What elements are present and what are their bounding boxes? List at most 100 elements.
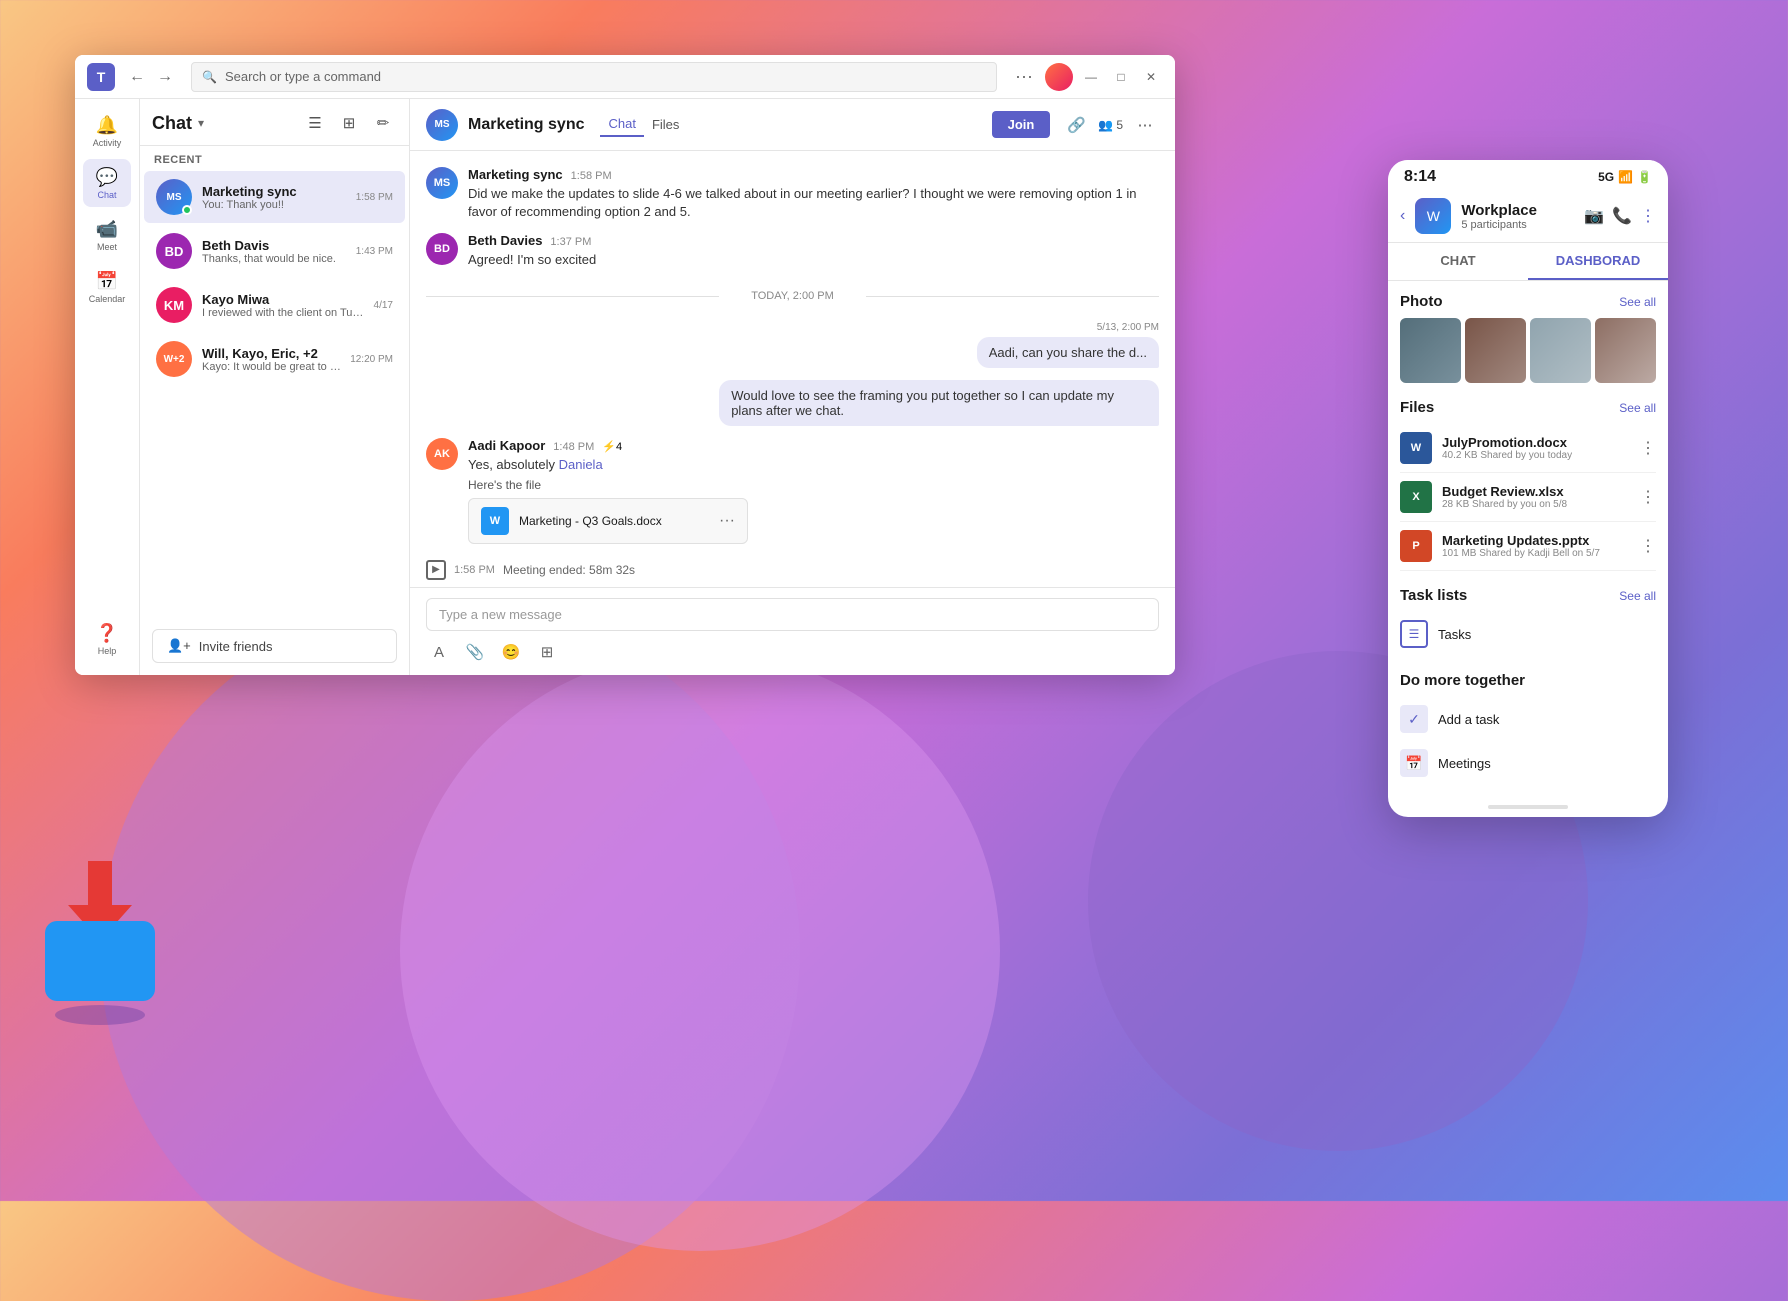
chat-info-bd: Beth Davis Thanks, that would be nice. — [202, 238, 350, 265]
phone-back-button[interactable]: ‹ — [1400, 207, 1405, 225]
gif-button[interactable]: ⊞ — [534, 639, 560, 665]
file-item-2: X Budget Review.xlsx 28 KB Shared by you… — [1400, 473, 1656, 522]
compose-button[interactable]: ✏ — [369, 109, 397, 137]
phone-header-actions: 📷 📞 ⋮ — [1584, 206, 1656, 226]
phone-more-icon[interactable]: ⋮ — [1640, 206, 1656, 226]
chat-item-group[interactable]: W+2 Will, Kayo, Eric, +2 Kayo: It would … — [144, 333, 405, 385]
chat-time-ms: 1:58 PM — [356, 192, 393, 203]
phone-call-icon[interactable]: 📞 — [1612, 206, 1632, 226]
add-task-icon: ✓ — [1400, 705, 1428, 733]
tasks-see-all-button[interactable]: See all — [1619, 589, 1656, 603]
sidebar-item-help[interactable]: ❓ Help — [83, 615, 131, 663]
msg-content-2: Beth Davies 1:37 PM Agreed! I'm so excit… — [468, 233, 1159, 269]
online-indicator — [182, 205, 192, 215]
chat-list-panel: Chat ▾ ☰ ⊞ ✏ Recent MS Marketing sync Yo… — [140, 99, 410, 675]
messages-area: MS Marketing sync 1:58 PM Did we make th… — [410, 151, 1175, 587]
file-icon-ppt-3: P — [1400, 530, 1432, 562]
msg-text-1: Did we make the updates to slide 4-6 we … — [468, 185, 1159, 221]
chat-item-marketing-sync[interactable]: MS Marketing sync You: Thank you!! 1:58 … — [144, 171, 405, 223]
format-button[interactable]: A — [426, 639, 452, 665]
files-see-all-button[interactable]: See all — [1619, 401, 1656, 415]
chat-title: Chat — [152, 113, 192, 134]
files-section-header: Files See all — [1400, 399, 1656, 416]
file-info-2: Budget Review.xlsx 28 KB Shared by you o… — [1442, 484, 1630, 510]
invite-label: Invite friends — [199, 639, 273, 654]
invite-friends-button[interactable]: 👤+ Invite friends — [152, 629, 397, 663]
minimize-button[interactable]: — — [1079, 65, 1103, 89]
file-options-2[interactable]: ⋮ — [1640, 487, 1656, 507]
file-options-button[interactable]: ··· — [719, 512, 735, 530]
file-name-1: JulyPromotion.docx — [1442, 435, 1630, 450]
chat-item-kayo[interactable]: KM Kayo Miwa I reviewed with the client … — [144, 279, 405, 331]
sidebar: 🔔 Activity 💬 Chat 📹 Meet 📅 Calendar ❓ He… — [75, 99, 140, 675]
title-actions: ··· — □ ✕ — [1009, 63, 1163, 91]
chat-preview-ms: You: Thank you!! — [202, 199, 350, 211]
forward-button[interactable]: → — [151, 63, 179, 91]
phone-group-name: Workplace — [1461, 202, 1574, 219]
dashboard-content: Photo See all Files See all W JulyPromot… — [1388, 281, 1668, 797]
emoji-button[interactable]: 😊 — [498, 639, 524, 665]
chat-avatar-group: W+2 — [156, 341, 192, 377]
message-toolbar: A 📎 😊 ⊞ — [426, 639, 1159, 665]
msg-name-2: Beth Davies — [468, 233, 542, 248]
filter-button[interactable]: ☰ — [301, 109, 329, 137]
task-name-1: Tasks — [1438, 627, 1471, 642]
sidebar-item-calendar[interactable]: 📅 Calendar — [83, 263, 131, 311]
search-icon: 🔍 — [202, 70, 217, 84]
sidebar-item-chat[interactable]: 💬 Chat — [83, 159, 131, 207]
attach-button[interactable]: 📎 — [462, 639, 488, 665]
user-avatar[interactable] — [1045, 63, 1073, 91]
file-options-1[interactable]: ⋮ — [1640, 438, 1656, 458]
tasks-title: Task lists — [1400, 587, 1467, 604]
msg-time-aadi: 1:48 PM — [553, 441, 594, 453]
photo-thumb-2 — [1465, 318, 1526, 383]
tab-files[interactable]: Files — [644, 113, 687, 136]
mobile-panel: 8:14 5G 📶 🔋 ‹ W Workplace 5 participants… — [1388, 160, 1668, 817]
chat-preview-bd: Thanks, that would be nice. — [202, 253, 350, 265]
sidebar-help-label: Help — [98, 646, 117, 656]
message-row-2: BD Beth Davies 1:37 PM Agreed! I'm so ex… — [426, 233, 1159, 269]
file-options-3[interactable]: ⋮ — [1640, 536, 1656, 556]
phone-header: ‹ W Workplace 5 participants 📷 📞 ⋮ — [1388, 190, 1668, 243]
link-button[interactable]: 🔗 — [1062, 111, 1090, 139]
chat-title-row: Chat ▾ — [152, 113, 204, 134]
phone-time: 8:14 — [1404, 168, 1436, 186]
calendar-icon: 📅 — [96, 271, 118, 292]
back-button[interactable]: ← — [123, 63, 151, 91]
more-item-meetings[interactable]: 📅 Meetings — [1400, 741, 1656, 785]
mention-daniela: Daniela — [559, 457, 603, 472]
chat-list-header: Chat ▾ ☰ ⊞ ✏ — [140, 99, 409, 146]
sidebar-calendar-label: Calendar — [89, 294, 126, 304]
file-icon-word-1: W — [1400, 432, 1432, 464]
tab-chat[interactable]: Chat — [600, 112, 643, 137]
battery-icon: 🔋 — [1637, 170, 1652, 184]
more-button[interactable]: ··· — [1009, 64, 1039, 89]
new-group-button[interactable]: ⊞ — [335, 109, 363, 137]
main-content: 🔔 Activity 💬 Chat 📹 Meet 📅 Calendar ❓ He… — [75, 99, 1175, 675]
message-row-1: MS Marketing sync 1:58 PM Did we make th… — [426, 167, 1159, 221]
sidebar-item-meet[interactable]: 📹 Meet — [83, 211, 131, 259]
more-options-button[interactable]: ⋯ — [1131, 111, 1159, 139]
close-button[interactable]: ✕ — [1139, 65, 1163, 89]
tab-phone-chat[interactable]: CHAT — [1388, 243, 1528, 280]
maximize-button[interactable]: □ — [1109, 65, 1133, 89]
search-bar[interactable]: 🔍 Search or type a command — [191, 62, 997, 92]
sidebar-item-activity[interactable]: 🔔 Activity — [83, 107, 131, 155]
more-item-add-task[interactable]: ✓ Add a task — [1400, 697, 1656, 741]
phone-video-icon[interactable]: 📷 — [1584, 206, 1604, 226]
join-button[interactable]: Join — [992, 111, 1051, 138]
file-info-3: Marketing Updates.pptx 101 MB Shared by … — [1442, 533, 1630, 559]
chat-item-beth[interactable]: BD Beth Davis Thanks, that would be nice… — [144, 225, 405, 277]
msg-time-1: 1:58 PM — [571, 170, 612, 182]
right-msg-time-1: 5/13, 2:00 PM — [977, 322, 1159, 333]
file-meta-2: 28 KB Shared by you on 5/8 — [1442, 499, 1630, 510]
phone-status-icons: 5G 📶 🔋 — [1598, 170, 1652, 184]
chat-info-km: Kayo Miwa I reviewed with the client on … — [202, 292, 368, 319]
file-name-2: Budget Review.xlsx — [1442, 484, 1630, 499]
tab-phone-dashboard[interactable]: DASHBORAD — [1528, 243, 1668, 280]
activity-icon: 🔔 — [96, 115, 118, 136]
right-bubble-inner-2: Would love to see the framing you put to… — [719, 380, 1159, 426]
photos-see-all-button[interactable]: See all — [1619, 295, 1656, 309]
message-input[interactable]: Type a new message — [426, 598, 1159, 631]
more-title: Do more together — [1400, 672, 1525, 689]
